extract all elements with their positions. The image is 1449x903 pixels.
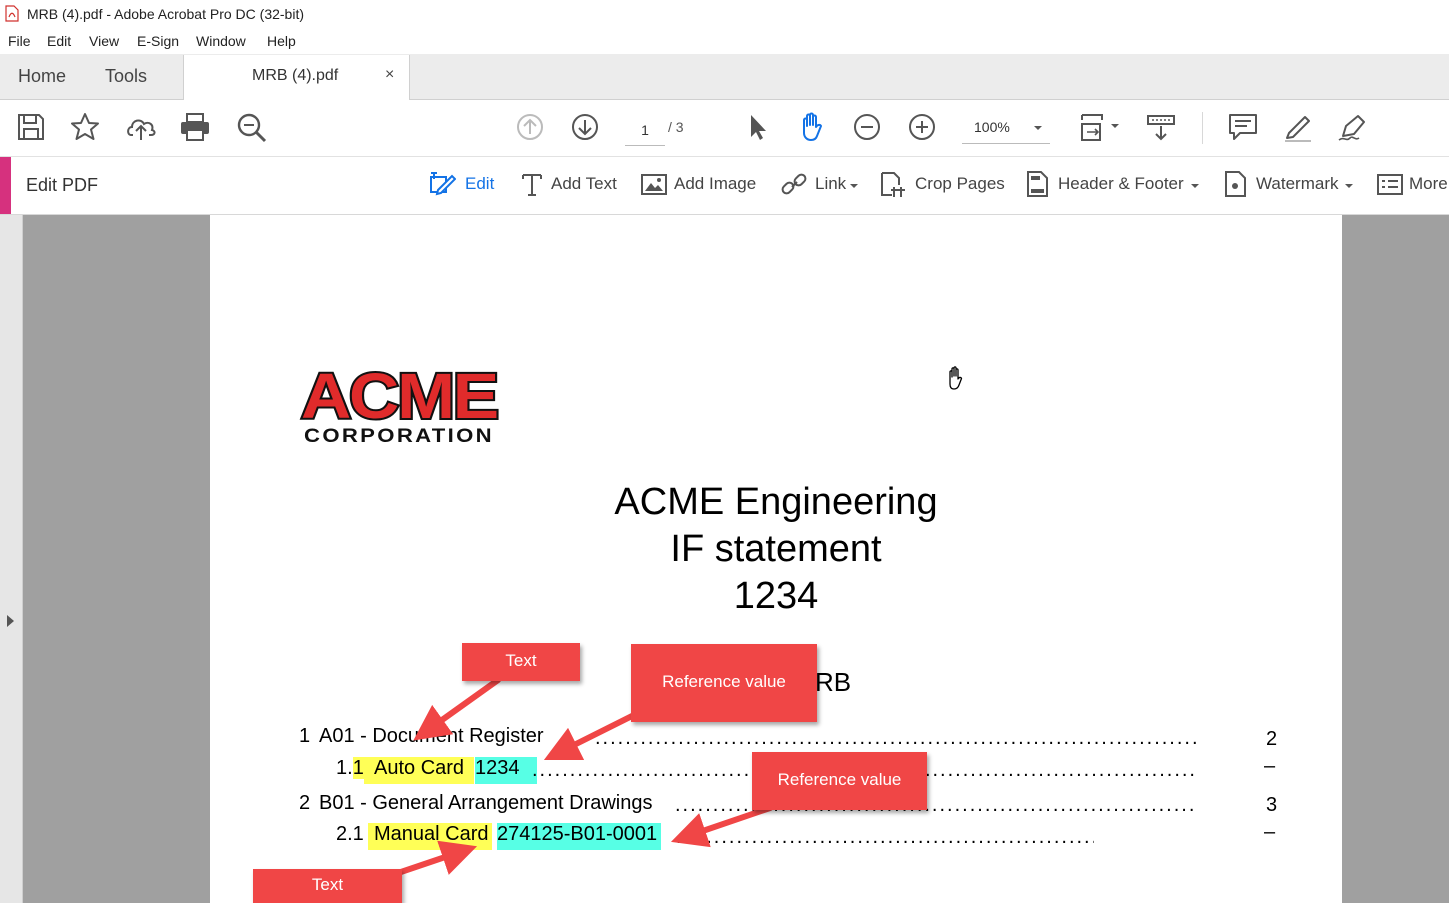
menu-esign[interactable]: E-Sign xyxy=(137,33,179,49)
toolbar-separator xyxy=(1202,112,1203,144)
toc-1-page: 2 xyxy=(1266,728,1278,750)
toc-2-1-page: – xyxy=(1264,821,1276,843)
toc-1-1-text: Auto Card xyxy=(364,757,475,784)
link-icon[interactable] xyxy=(780,170,808,198)
toc-1-1-page: – xyxy=(1264,755,1276,777)
star-icon[interactable] xyxy=(68,110,102,144)
toc-2-1-number: 2.1 xyxy=(336,823,364,845)
document-title-line-1: ACME Engineering xyxy=(614,481,938,523)
tab-tools[interactable]: Tools xyxy=(105,66,147,87)
document-title-line-2: IF statement xyxy=(670,528,882,570)
menu-bar: File Edit View E-Sign Window Help xyxy=(0,30,1449,54)
cloud-upload-icon[interactable] xyxy=(124,110,158,144)
add-text-icon[interactable] xyxy=(518,170,546,198)
more-button[interactable]: More xyxy=(1409,174,1448,194)
toc-1-leader: ........................................… xyxy=(595,727,1200,749)
toc-2-1-ref: 274125-B01-0001 xyxy=(497,823,662,850)
crop-pages-icon[interactable] xyxy=(879,170,907,198)
toc-1-1-number-tail: 1 xyxy=(352,757,364,779)
next-page-icon[interactable] xyxy=(568,110,602,144)
page-total: / 3 xyxy=(668,119,684,135)
crop-pages-button[interactable]: Crop Pages xyxy=(915,174,1005,194)
edit-tool-button[interactable]: Edit xyxy=(465,174,494,194)
menu-window[interactable]: Window xyxy=(196,33,246,49)
zoom-level-value: 100% xyxy=(974,119,1010,135)
menu-view[interactable]: View xyxy=(89,33,119,49)
toc-2-page: 3 xyxy=(1266,794,1278,816)
page-number-input[interactable] xyxy=(625,115,665,146)
toc-1-1-ref: 1234 xyxy=(475,757,537,784)
callout-text-bottom: Text xyxy=(253,869,402,903)
edit-pdf-accent-bar xyxy=(0,157,11,214)
hand-cursor-icon xyxy=(949,366,963,390)
callout-text-top: Text xyxy=(462,643,580,681)
link-button[interactable]: Link xyxy=(815,174,846,194)
expand-panel-arrow-icon[interactable] xyxy=(7,615,14,627)
toc-1-1-number: 1.1 xyxy=(336,757,364,779)
svg-text:CORPORATION: CORPORATION xyxy=(304,426,494,445)
tab-document-label: MRB (4).pdf xyxy=(252,67,339,84)
tab-home[interactable]: Home xyxy=(18,66,66,87)
header-footer-dropdown-chevron-icon[interactable] xyxy=(1190,182,1200,190)
add-image-button[interactable]: Add Image xyxy=(674,174,756,194)
watermark-button[interactable]: Watermark xyxy=(1256,174,1339,194)
menu-file[interactable]: File xyxy=(8,33,31,49)
header-footer-icon[interactable] xyxy=(1024,170,1052,198)
watermark-icon[interactable] xyxy=(1222,170,1250,198)
sign-pen-icon[interactable] xyxy=(1336,110,1370,144)
toc-2-number: 2 xyxy=(299,792,311,814)
toc-2-1-leader: ........................................… xyxy=(676,826,1094,848)
zoom-out-icon[interactable] xyxy=(850,110,884,144)
section-heading-partial: RB xyxy=(815,667,852,697)
hand-tool-icon[interactable] xyxy=(795,110,829,144)
svg-text:ACME: ACME xyxy=(301,360,497,432)
select-cursor-icon[interactable] xyxy=(740,110,774,144)
link-dropdown-chevron-icon[interactable] xyxy=(849,182,859,190)
zoom-search-icon[interactable] xyxy=(234,110,268,144)
add-image-icon[interactable] xyxy=(640,170,668,198)
highlight-pen-icon[interactable] xyxy=(1281,110,1315,144)
pdf-file-icon xyxy=(5,5,19,22)
more-options-icon[interactable] xyxy=(1376,170,1404,198)
save-icon[interactable] xyxy=(14,110,48,144)
menu-edit[interactable]: Edit xyxy=(47,33,71,49)
callout-reference-bottom: Reference value xyxy=(752,752,927,810)
scroll-mode-icon[interactable] xyxy=(1144,110,1178,144)
previous-page-icon[interactable] xyxy=(513,110,547,144)
watermark-dropdown-chevron-icon[interactable] xyxy=(1344,182,1354,190)
page-display-icon[interactable] xyxy=(1078,110,1122,144)
zoom-in-icon[interactable] xyxy=(905,110,939,144)
header-footer-button[interactable]: Header & Footer xyxy=(1058,174,1184,194)
toc-2-1-text: Manual Card xyxy=(368,823,492,850)
window-title: MRB (4).pdf - Adobe Acrobat Pro DC (32-b… xyxy=(27,6,304,22)
toc-1-label: A01 - Document Register xyxy=(319,725,544,747)
comment-icon[interactable] xyxy=(1226,110,1260,144)
add-text-button[interactable]: Add Text xyxy=(551,174,617,194)
left-panel-toggle[interactable] xyxy=(0,215,23,903)
tab-close-button[interactable]: × xyxy=(385,66,394,84)
document-title-line-3: 1234 xyxy=(733,575,819,617)
zoom-dropdown-chevron-icon[interactable] xyxy=(1032,124,1044,132)
acme-logo: ACME CORPORATION xyxy=(299,360,501,445)
print-icon[interactable] xyxy=(178,110,212,144)
edit-icon[interactable] xyxy=(428,170,456,198)
callout-reference-top: Reference value xyxy=(631,644,817,722)
edit-pdf-title: Edit PDF xyxy=(26,175,99,195)
toc-1-number: 1 xyxy=(299,725,311,747)
menu-help[interactable]: Help xyxy=(267,33,296,49)
toc-2-label: B01 - General Arrangement Drawings xyxy=(319,792,653,814)
